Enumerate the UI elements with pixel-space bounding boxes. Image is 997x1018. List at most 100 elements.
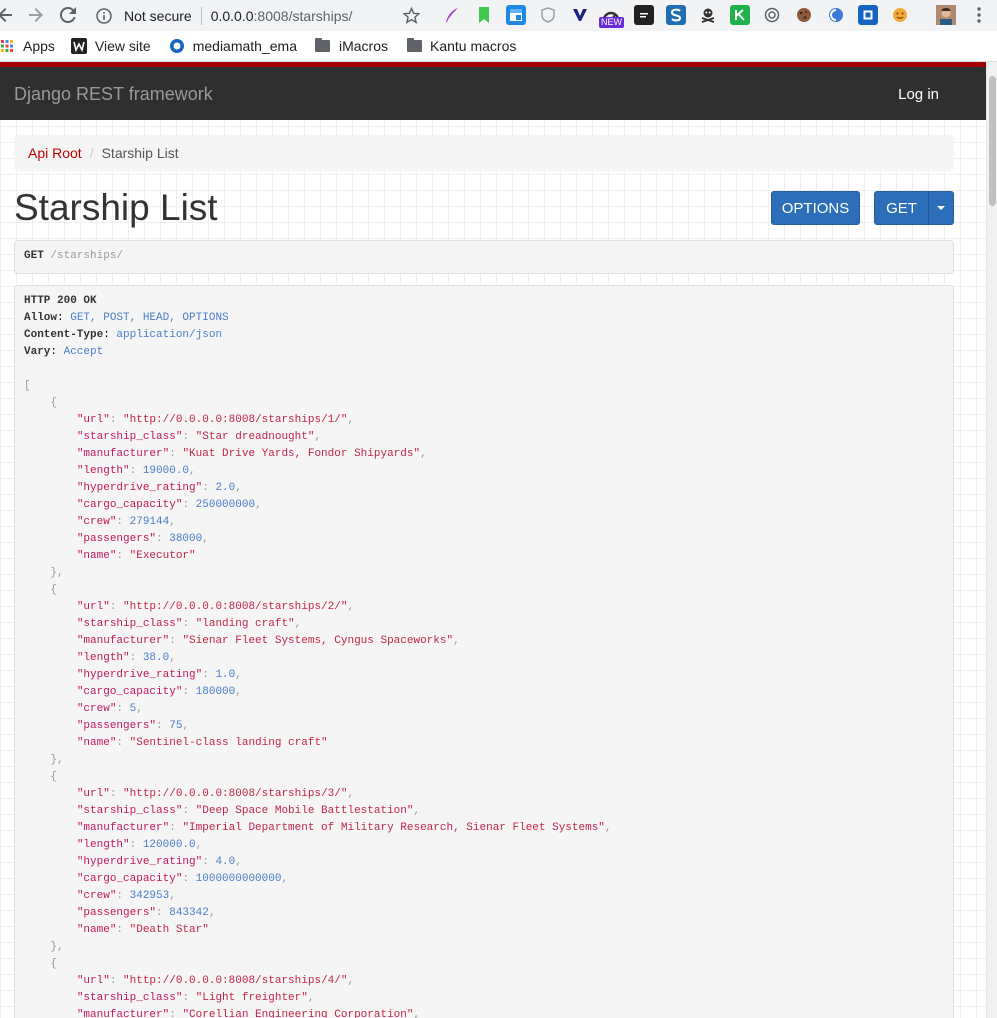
bookmark-star-icon[interactable] bbox=[400, 4, 422, 26]
page-scrollbar[interactable] bbox=[986, 62, 997, 1018]
json-line: "passengers": 38000, bbox=[24, 531, 953, 548]
url-path: :8008/starships/ bbox=[253, 7, 353, 24]
login-link[interactable]: Log in bbox=[898, 86, 939, 103]
json-colon: : bbox=[169, 822, 183, 834]
browser-menu-icon[interactable] bbox=[969, 5, 989, 25]
quill-extension-icon[interactable] bbox=[442, 5, 462, 25]
json-comma: , bbox=[235, 482, 242, 494]
json-value: "Corellian Engineering Corporation" bbox=[182, 1009, 414, 1018]
forward-arrow-icon[interactable] bbox=[25, 4, 47, 26]
response-info: HTTP 200 OK Allow: GET, POST, HEAD, OPTI… bbox=[14, 285, 954, 1018]
json-key: "crew" bbox=[76, 703, 117, 715]
url-host: 0.0.0.0 bbox=[210, 7, 254, 24]
json-line: "name": "Executor" bbox=[24, 548, 953, 565]
json-key: "length" bbox=[76, 652, 130, 664]
bookmark-folder-imacros[interactable]: iMacros bbox=[315, 38, 388, 54]
json-comma: , bbox=[347, 414, 355, 426]
response-header-line: Allow: GET, POST, HEAD, OPTIONS bbox=[24, 312, 229, 324]
info-icon[interactable] bbox=[94, 6, 114, 26]
json-value: "Sienar Fleet Systems, Cyngus Spaceworks… bbox=[182, 635, 454, 647]
folder-icon bbox=[315, 38, 331, 54]
reload-icon[interactable] bbox=[57, 4, 79, 26]
browser-toolbar: Not secure 0.0.0.0:8008/starships/ NEW bbox=[0, 0, 997, 31]
json-line: "cargo_capacity": 180000, bbox=[24, 684, 953, 701]
square-extension-icon[interactable] bbox=[858, 5, 878, 25]
bookmark-folder-kantu[interactable]: Kantu macros bbox=[406, 38, 516, 54]
json-comma: , bbox=[347, 601, 355, 613]
json-colon: : bbox=[109, 975, 124, 987]
json-value: 38.0 bbox=[142, 652, 170, 664]
json-key: "manufacturer" bbox=[76, 448, 170, 460]
json-line: }, bbox=[24, 939, 953, 956]
pirate-extension-icon[interactable] bbox=[698, 5, 718, 25]
json-key: "passengers" bbox=[76, 907, 157, 919]
json-comma: , bbox=[255, 499, 262, 511]
bookmark-label: View site bbox=[94, 38, 151, 54]
blue-circle-extension-icon[interactable] bbox=[826, 5, 846, 25]
scrollbar-thumb[interactable] bbox=[989, 76, 996, 206]
header-key: Allow bbox=[24, 312, 58, 324]
apps-grid-icon bbox=[0, 38, 15, 54]
options-button[interactable]: OPTIONS bbox=[771, 191, 860, 225]
json-colon: : bbox=[182, 992, 196, 1004]
terminal-extension-icon[interactable] bbox=[634, 5, 654, 25]
back-arrow-icon[interactable] bbox=[0, 4, 16, 26]
json-key: "manufacturer" bbox=[76, 1009, 170, 1018]
json-colon: : bbox=[109, 601, 124, 613]
get-format-dropdown[interactable] bbox=[928, 191, 954, 225]
green-bookmark-extension-icon[interactable] bbox=[474, 5, 494, 25]
json-value: 1.0 bbox=[215, 669, 236, 681]
json-key: "crew" bbox=[76, 890, 117, 902]
caret-down-icon bbox=[937, 206, 945, 210]
json-key: "length" bbox=[76, 465, 130, 477]
json-colon: : bbox=[129, 465, 143, 477]
address-bar[interactable]: Not secure 0.0.0.0:8008/starships/ bbox=[94, 2, 429, 29]
json-value: "http://0.0.0.0:8008/starships/3/" bbox=[123, 788, 348, 800]
json-colon: : bbox=[169, 1009, 183, 1018]
header-value: application/json bbox=[116, 329, 223, 341]
json-line: { bbox=[24, 582, 953, 599]
bookmark-mediamath[interactable]: mediamath_ema bbox=[169, 38, 297, 54]
json-line: "manufacturer": "Sienar Fleet Systems, C… bbox=[24, 633, 953, 650]
breadcrumb-api-root[interactable]: Api Root bbox=[28, 145, 82, 161]
json-key: "cargo_capacity" bbox=[76, 686, 183, 698]
bookmark-apps[interactable]: Apps bbox=[0, 38, 55, 54]
get-button[interactable]: GET bbox=[874, 191, 929, 225]
s-extension-icon[interactable] bbox=[666, 5, 686, 25]
profile-avatar-icon[interactable] bbox=[936, 5, 956, 25]
json-colon: : bbox=[202, 482, 216, 494]
json-key: "url" bbox=[76, 601, 110, 613]
json-line: "starship_class": "Light freighter", bbox=[24, 990, 953, 1007]
json-value: "http://0.0.0.0:8008/starships/1/" bbox=[123, 414, 348, 426]
json-line: "passengers": 75, bbox=[24, 718, 953, 735]
cookie-extension-icon[interactable] bbox=[794, 5, 814, 25]
v-extension-icon[interactable] bbox=[570, 5, 590, 25]
brand-title[interactable]: Django REST framework bbox=[14, 84, 213, 105]
shield-extension-icon[interactable] bbox=[538, 5, 558, 25]
json-key: "starship_class" bbox=[76, 618, 183, 630]
request-path: /starships/ bbox=[50, 250, 124, 262]
json-brace: { bbox=[50, 584, 58, 596]
url-text[interactable]: 0.0.0.0:8008/starships/ bbox=[211, 8, 353, 24]
json-value: 75 bbox=[169, 720, 183, 732]
json-value: 843342 bbox=[169, 907, 209, 919]
window-extension-icon[interactable] bbox=[506, 5, 526, 25]
json-line: "url": "http://0.0.0.0:8008/starships/3/… bbox=[24, 786, 953, 803]
json-colon: : bbox=[182, 499, 196, 511]
spiral-extension-icon[interactable] bbox=[762, 5, 782, 25]
json-brace: }, bbox=[50, 941, 64, 953]
request-method: GET bbox=[24, 250, 44, 262]
bookmark-view-site[interactable]: View site bbox=[70, 38, 151, 54]
json-line: [ bbox=[24, 378, 953, 395]
json-comma: , bbox=[314, 431, 322, 443]
smiley-cookie-extension-icon[interactable] bbox=[890, 5, 910, 25]
breadcrumb-current: Starship List bbox=[101, 145, 179, 161]
json-value: 250000000 bbox=[195, 499, 256, 511]
json-key: "url" bbox=[76, 975, 110, 987]
response-headers: Allow: GET, POST, HEAD, OPTIONS Content-T… bbox=[24, 310, 953, 361]
json-line: "starship_class": "Deep Space Mobile Bat… bbox=[24, 803, 953, 820]
json-colon: : bbox=[169, 635, 183, 647]
k-extension-icon[interactable] bbox=[730, 5, 750, 25]
header-key: Content-Type bbox=[24, 329, 104, 341]
page-viewport: Django REST framework Log in Api Root / … bbox=[0, 62, 986, 1018]
